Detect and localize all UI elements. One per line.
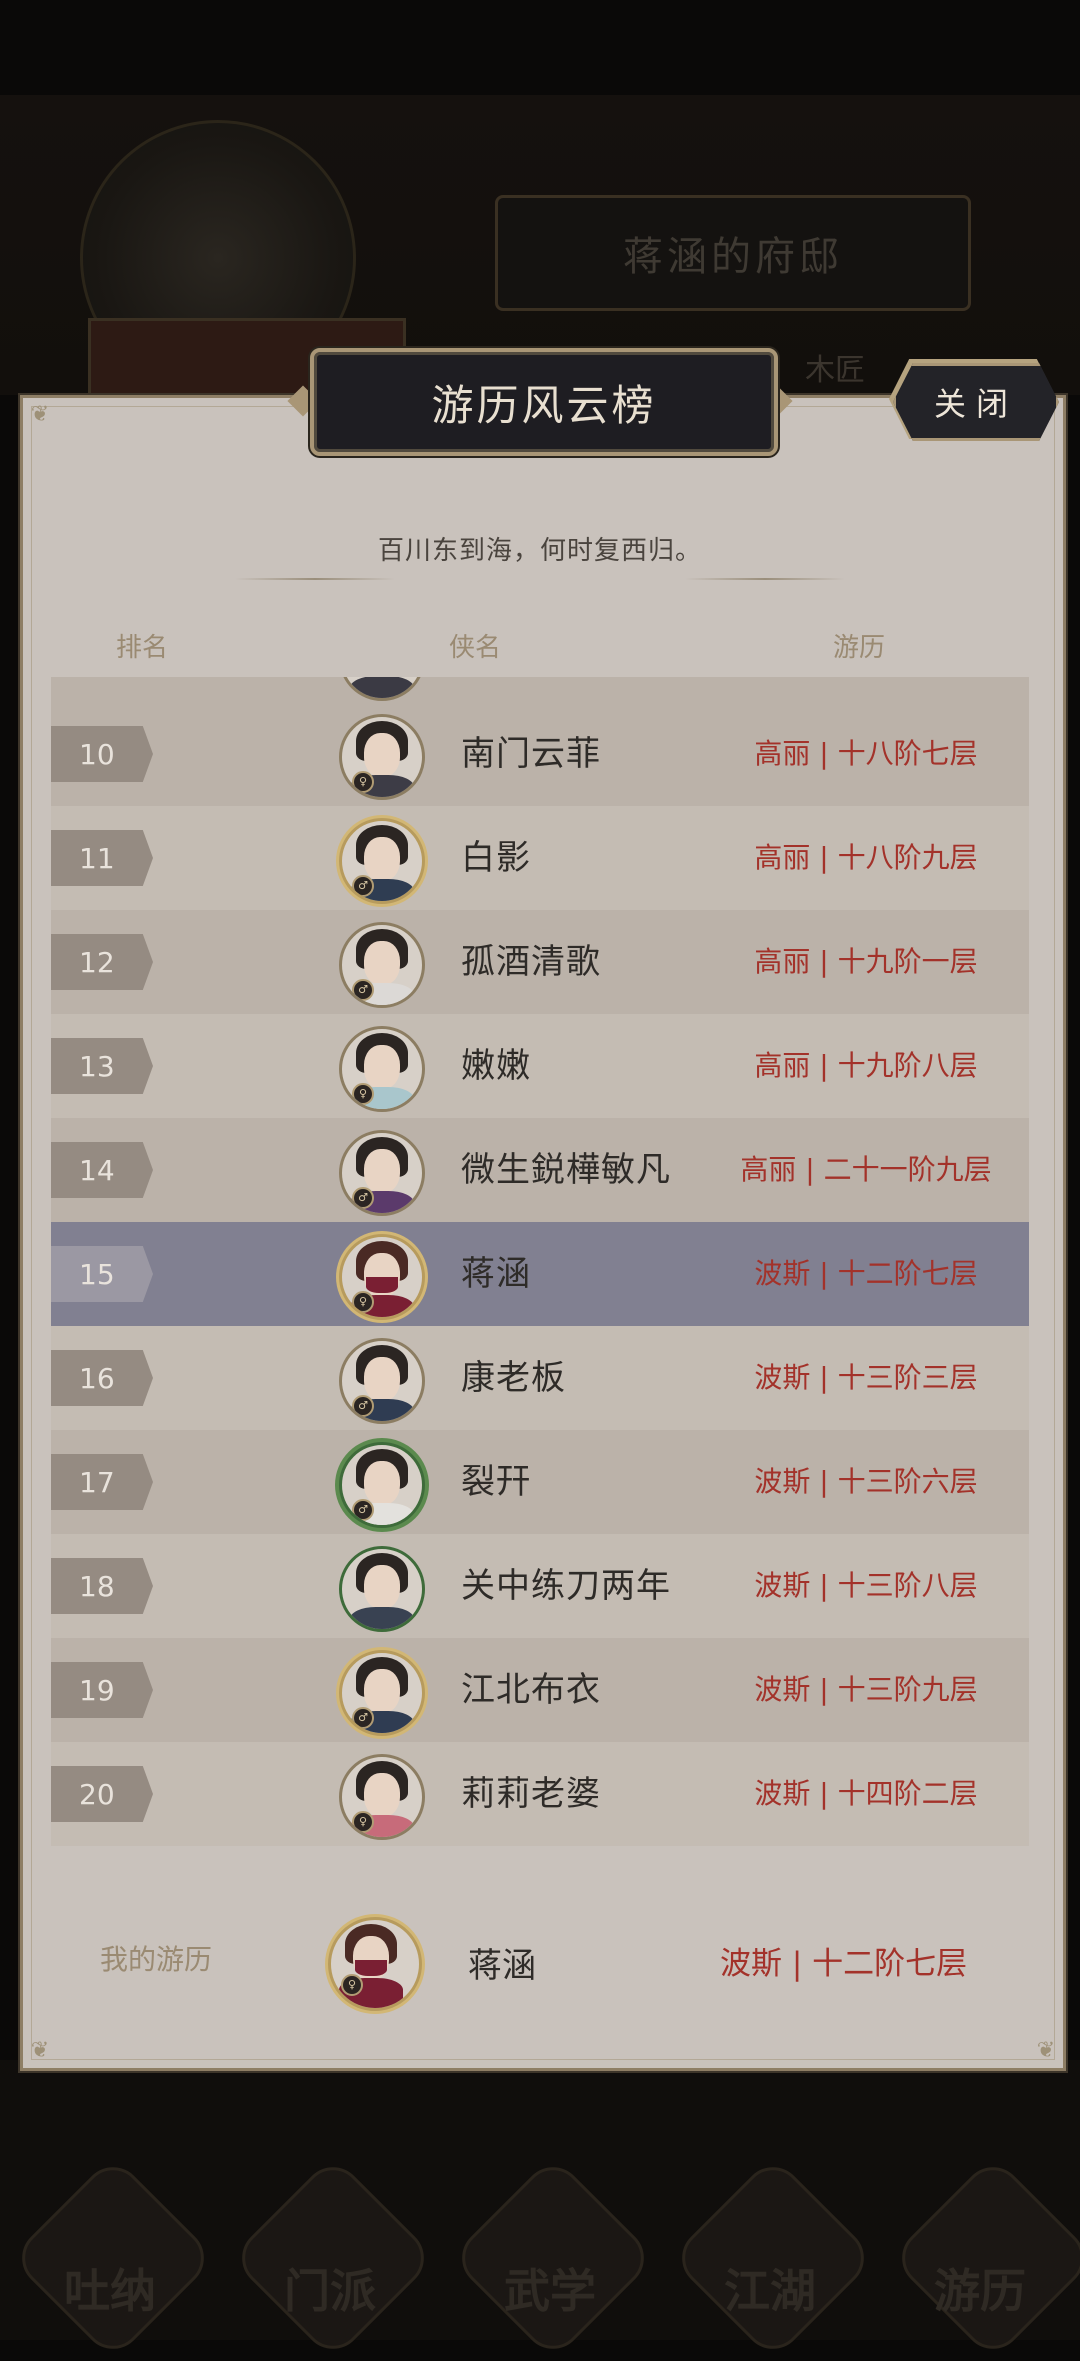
avatar[interactable]: ♀ [339, 1754, 425, 1840]
rank-tag: 18 [51, 1558, 153, 1614]
panel-title: 游历风云榜 [310, 348, 778, 456]
player-name: 孤酒清歌 [461, 942, 601, 982]
my-name: 蒋涵 [468, 1946, 536, 1986]
gender-badge-icon: ♂ [352, 1499, 374, 1521]
table-row-partial [51, 677, 1029, 702]
player-name: 江北布衣 [461, 1670, 601, 1710]
gender-badge-icon: ♂ [352, 1395, 374, 1417]
mansion-title: 蒋涵的府邸 [495, 195, 971, 311]
my-record-label: 我的游历 [100, 1943, 213, 1976]
nav-label-jianghu: 江湖 [724, 2264, 816, 2318]
my-avatar[interactable]: ♀ [328, 1917, 422, 2011]
corner-ornament-icon: ❦ [1036, 2038, 1056, 2063]
table-row[interactable]: 18 关中练刀两年 波斯 | 十三阶八层 [51, 1534, 1029, 1638]
travel-progress: 波斯 | 十二阶七层 [754, 1257, 978, 1290]
rank-tag: 11 [51, 830, 153, 886]
table-row[interactable]: 14 ♂ 微生鋭樺敏凡 高丽 | 二十一阶九层 [51, 1118, 1029, 1222]
nav-label-tuna: 吐纳 [64, 2264, 156, 2318]
header-trip: 游历 [833, 633, 886, 663]
avatar[interactable]: ♂ [339, 1442, 425, 1528]
player-name: 康老板 [461, 1358, 566, 1398]
rank-tag: 19 [51, 1662, 153, 1718]
close-button[interactable]: 关闭 [893, 363, 1059, 441]
gender-badge-icon: ♀ [352, 1083, 374, 1105]
rank-tag: 15 [51, 1246, 153, 1302]
player-name: 裂幵 [461, 1462, 531, 1502]
player-name: 蒋涵 [461, 1254, 531, 1294]
travel-progress: 高丽 | 十八阶九层 [754, 841, 978, 874]
travel-progress: 波斯 | 十四阶二层 [754, 1777, 978, 1810]
rank-tag: 16 [51, 1350, 153, 1406]
table-row[interactable]: 11 ♂ 白影 高丽 | 十八阶九层 [51, 806, 1029, 910]
player-name: 白影 [461, 838, 531, 878]
nav-label-wuxue: 武学 [504, 2264, 596, 2318]
nav-label-youli: 游历 [934, 2264, 1026, 2318]
player-name: 关中练刀两年 [461, 1566, 671, 1606]
avatar[interactable]: ♂ [339, 1130, 425, 1216]
travel-progress: 高丽 | 二十一阶九层 [740, 1153, 992, 1186]
avatar[interactable]: ♂ [339, 1650, 425, 1736]
rank-tag: 13 [51, 1038, 153, 1094]
background-side-text-right: 木匠 [805, 353, 865, 388]
travel-progress: 高丽 | 十九阶八层 [754, 1049, 978, 1082]
gender-badge-icon: ♀ [352, 1811, 374, 1833]
table-row[interactable]: 12 ♂ 孤酒清歌 高丽 | 十九阶一层 [51, 910, 1029, 1014]
travel-progress: 波斯 | 十三阶六层 [754, 1465, 978, 1498]
travel-progress: 高丽 | 十九阶一层 [754, 945, 978, 978]
travel-progress: 波斯 | 十三阶三层 [754, 1361, 978, 1394]
table-row[interactable]: 20 ♀ 莉莉老婆 波斯 | 十四阶二层 [51, 1742, 1029, 1846]
table-row-highlighted[interactable]: 15 ♀ 蒋涵 波斯 | 十二阶七层 [51, 1222, 1029, 1326]
rank-tag: 14 [51, 1142, 153, 1198]
travel-progress: 波斯 | 十三阶九层 [754, 1673, 978, 1706]
player-name: 南门云菲 [461, 734, 601, 774]
player-name: 微生鋭樺敏凡 [461, 1150, 671, 1190]
my-travel-progress: 波斯 | 十二阶七层 [720, 1946, 968, 1982]
avatar[interactable]: ♂ [339, 818, 425, 904]
panel-subtitle: 百川东到海，何时复西归。 [377, 536, 702, 566]
subtitle-divider [685, 578, 845, 580]
avatar[interactable]: ♀ [339, 714, 425, 800]
avatar[interactable]: ♀ [339, 1234, 425, 1320]
corner-ornament-icon: ❦ [30, 2038, 50, 2063]
travel-progress: 波斯 | 十三阶八层 [754, 1569, 978, 1602]
header-rank: 排名 [116, 633, 169, 663]
avatar[interactable]: ♂ [339, 922, 425, 1008]
rank-tag: 12 [51, 934, 153, 990]
table-row[interactable]: 13 ♀ 嫩嫩 高丽 | 十九阶八层 [51, 1014, 1029, 1118]
gender-badge-icon: ♀ [352, 771, 374, 793]
gender-badge-icon: ♀ [352, 1291, 374, 1313]
table-row[interactable]: 17 ♂ 裂幵 波斯 | 十三阶六层 [51, 1430, 1029, 1534]
gender-badge-icon: ♀ [341, 1974, 363, 1996]
avatar[interactable]: ♂ [339, 1338, 425, 1424]
table-row[interactable]: 10 ♀ 南门云菲 高丽 | 十八阶七层 [51, 702, 1029, 806]
avatar[interactable]: ♀ [339, 1026, 425, 1112]
gender-badge-icon: ♂ [352, 1187, 374, 1209]
header-name: 侠名 [449, 633, 502, 663]
subtitle-divider [235, 578, 395, 580]
corner-ornament-icon: ❦ [30, 402, 50, 427]
gender-badge-icon: ♂ [352, 1707, 374, 1729]
rank-tag: 10 [51, 726, 153, 782]
leaderboard-list[interactable]: 10 ♀ 南门云菲 高丽 | 十八阶七层 11 ♂ 白影 高丽 | 十八阶九层 … [51, 677, 1029, 1849]
gender-badge-icon: ♂ [352, 875, 374, 897]
travel-progress: 高丽 | 十八阶七层 [754, 737, 978, 770]
table-row[interactable]: 19 ♂ 江北布衣 波斯 | 十三阶九层 [51, 1638, 1029, 1742]
player-name: 莉莉老婆 [461, 1774, 601, 1814]
player-name: 嫩嫩 [461, 1046, 531, 1086]
avatar[interactable] [339, 1546, 425, 1632]
rank-tag: 17 [51, 1454, 153, 1510]
nav-label-menpai: 门派 [284, 2264, 376, 2318]
avatar [339, 677, 425, 701]
gender-badge-icon: ♂ [352, 979, 374, 1001]
table-row[interactable]: 16 ♂ 康老板 波斯 | 十三阶三层 [51, 1326, 1029, 1430]
rank-tag: 20 [51, 1766, 153, 1822]
